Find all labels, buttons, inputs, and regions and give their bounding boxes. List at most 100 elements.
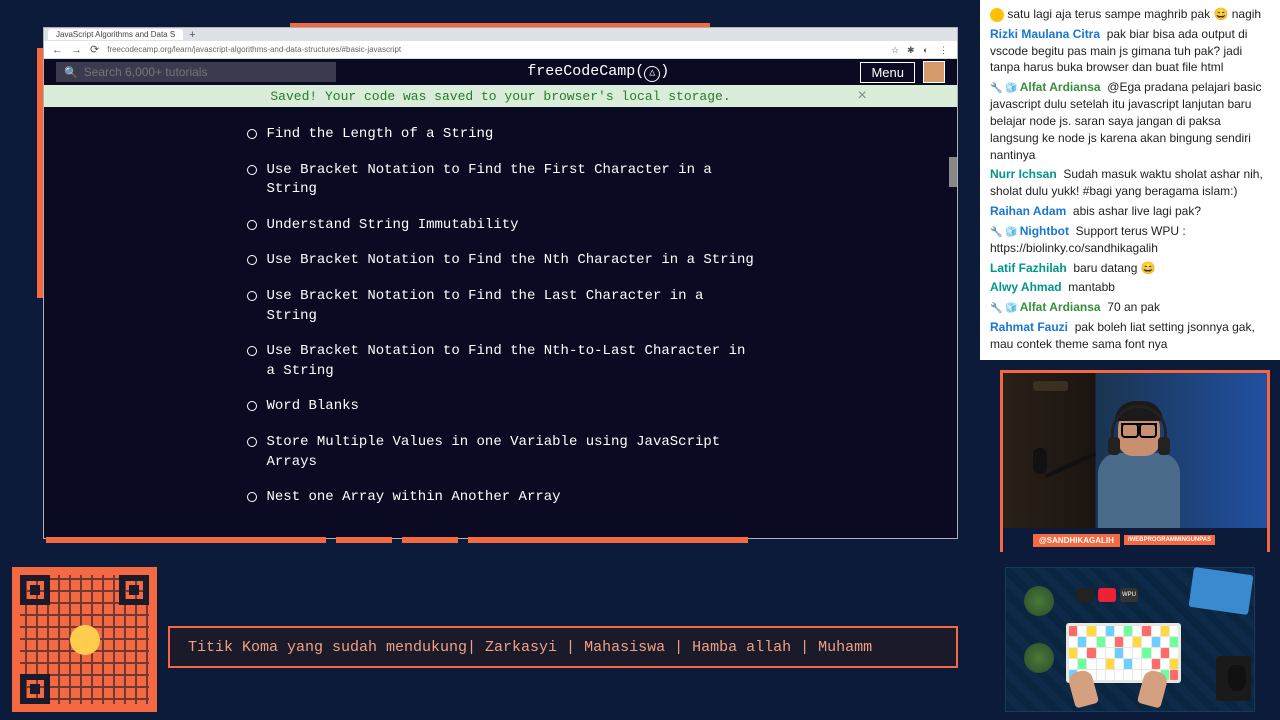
webcam-footer: @SANDHIKAGALIH /WEBPROGRAMMINGUNPAS (1003, 528, 1267, 552)
chat-message: 🔧 🧊Alfat Ardiansa @Ega pradana pelajari … (990, 79, 1270, 163)
avatar[interactable] (923, 61, 945, 83)
extension-icon[interactable]: ✱ (907, 45, 917, 55)
streamer-body (1098, 453, 1180, 528)
back-icon[interactable]: ← (52, 44, 63, 56)
qr-code (12, 567, 157, 712)
wrench-icon: 🔧 🧊 (990, 83, 1018, 94)
lamp-prop (1033, 381, 1068, 391)
lesson-label: Store Multiple Values in one Variable us… (267, 433, 755, 472)
plant-icon (1024, 643, 1054, 673)
lesson-item[interactable]: Nest one Array within Another Array (247, 488, 755, 508)
content-area: Find the Length of a String Use Bracket … (44, 107, 957, 538)
lesson-item[interactable]: Use Bracket Notation to Find the Nth-to-… (247, 342, 755, 381)
profile-icon[interactable]: ◐ (923, 45, 933, 55)
lesson-item[interactable]: Find the Length of a String (247, 125, 755, 145)
chat-message: 🔧 🧊Nightbot Support terus WPU : https://… (990, 223, 1270, 257)
chat-message: Latif Fazhilah baru datang 😄 (990, 260, 1270, 277)
lesson-label: Find the Length of a String (267, 125, 494, 145)
social-handle: @SANDHIKAGALIH (1033, 534, 1120, 547)
ticker-text: Titik Koma yang sudah mendukung| Zarkasy… (188, 639, 872, 656)
plant-icon (1024, 586, 1054, 616)
menu-button[interactable]: Menu (860, 62, 915, 83)
save-banner: Saved! Your code was saved to your brows… (44, 85, 957, 107)
browser-window: JavaScript Algorithms and Data S + ← → ⟳… (43, 27, 958, 539)
chat-message: Rizki Maulana Citra pak biar bisa ada ou… (990, 26, 1270, 76)
search-box[interactable]: 🔍 (56, 62, 336, 82)
lesson-label: Word Blanks (267, 397, 359, 417)
chat-username[interactable]: Latif Fazhilah (990, 261, 1067, 275)
keyboard-cam-panel: WPU (1005, 567, 1255, 712)
chat-message: Alwy Ahmad mantabb (990, 279, 1270, 296)
lesson-list[interactable]: Find the Length of a String Use Bracket … (231, 107, 771, 538)
radio-icon (247, 165, 257, 175)
mouse-prop (1228, 665, 1246, 691)
supporter-ticker: Titik Koma yang sudah mendukung| Zarkasy… (168, 626, 958, 668)
controller-icon (1098, 588, 1116, 602)
lesson-item[interactable]: Store Multiple Values in one Variable us… (247, 433, 755, 472)
lesson-item[interactable]: Use Bracket Notation to Find the Nth Cha… (247, 251, 755, 271)
scrollbar-thumb[interactable] (949, 157, 957, 187)
webcam-feed (1003, 373, 1267, 528)
social-sub: /WEBPROGRAMMINGUNPAS (1124, 535, 1215, 545)
chat-message: 🔧 🧊Alfat Ardiansa 70 an pak (990, 299, 1270, 316)
wpu-badge: WPU (1120, 588, 1138, 602)
radio-icon (247, 220, 257, 230)
radio-icon (247, 346, 257, 356)
main-stream-area: JavaScript Algorithms and Data S + ← → ⟳… (10, 8, 970, 553)
chat-username[interactable]: Nurr Ichsan (990, 167, 1057, 181)
lesson-label: Nest one Array within Another Array (267, 488, 561, 508)
chat-message: satu lagi aja terus sampe maghrib pak 😄 … (990, 6, 1270, 23)
wrench-icon: 🔧 🧊 (990, 303, 1018, 314)
radio-icon (247, 437, 257, 447)
chat-message: Nurr Ichsan Sudah masuk waktu sholat ash… (990, 166, 1270, 200)
lesson-item[interactable]: Use Bracket Notation to Find the First C… (247, 161, 755, 200)
url-field[interactable]: freecodecamp.org/learn/javascript-algori… (107, 45, 883, 54)
radio-icon (247, 492, 257, 502)
radio-icon (247, 255, 257, 265)
radio-icon (247, 129, 257, 139)
emoji-icon (990, 8, 1004, 22)
qr-avatar-icon (70, 625, 100, 655)
desk-surface: WPU (1006, 568, 1254, 711)
wrench-icon: 🔧 🧊 (990, 227, 1018, 238)
browser-tabbar: JavaScript Algorithms and Data S + (44, 28, 957, 41)
lesson-label: Use Bracket Notation to Find the Nth-to-… (267, 342, 755, 381)
search-icon: 🔍 (64, 66, 78, 79)
new-tab-icon[interactable]: + (189, 29, 195, 41)
chat-username[interactable]: Raihan Adam (990, 204, 1066, 218)
microphone-icon (1033, 448, 1047, 474)
chat-username[interactable]: Rizki Maulana Citra (990, 27, 1100, 41)
browser-addressbar: ← → ⟳ freecodecamp.org/learn/javascript-… (44, 41, 957, 59)
save-banner-text: Saved! Your code was saved to your brows… (270, 89, 730, 104)
lesson-item[interactable]: Word Blanks (247, 397, 755, 417)
chat-username[interactable]: Alfat Ardiansa (1020, 300, 1101, 314)
webcam-panel: @SANDHIKAGALIH /WEBPROGRAMMINGUNPAS (1000, 370, 1270, 552)
close-icon[interactable]: × (857, 87, 867, 105)
lesson-item[interactable]: Understand String Immutability (247, 216, 755, 236)
fire-icon: △ (644, 66, 660, 82)
mic-arm (1045, 452, 1097, 479)
chat-message: Raihan Adam abis ashar live lagi pak? (990, 203, 1270, 220)
search-input[interactable] (84, 65, 328, 79)
tablet-prop (1189, 567, 1254, 615)
fcc-logo[interactable]: freeCodeCamp(△) (336, 63, 860, 82)
chat-username[interactable]: Alfat Ardiansa (1020, 80, 1101, 94)
lesson-label: Understand String Immutability (267, 216, 519, 236)
chat-username[interactable]: Nightbot (1020, 224, 1069, 238)
accent-segments (46, 537, 748, 543)
browser-tab[interactable]: JavaScript Algorithms and Data S (48, 29, 183, 40)
lesson-item[interactable]: Use Bracket Notation to Find the Last Ch… (247, 287, 755, 326)
lesson-label: Use Bracket Notation to Find the First C… (267, 161, 755, 200)
menu-dots-icon[interactable]: ⋮ (939, 45, 949, 55)
address-actions: ☆ ✱ ◐ ⋮ (891, 45, 949, 55)
chat-username[interactable]: Rahmat Fauzi (990, 320, 1068, 334)
controller-icon (1076, 588, 1094, 602)
forward-icon[interactable]: → (71, 44, 82, 56)
reload-icon[interactable]: ⟳ (90, 43, 99, 56)
lesson-label: Use Bracket Notation to Find the Nth Cha… (267, 251, 754, 271)
radio-icon (247, 401, 257, 411)
star-icon[interactable]: ☆ (891, 45, 901, 55)
chat-username[interactable]: Alwy Ahmad (990, 280, 1062, 294)
chat-panel[interactable]: satu lagi aja terus sampe maghrib pak 😄 … (980, 0, 1280, 360)
chat-message: Rahmat Fauzi pak boleh liat setting json… (990, 319, 1270, 353)
